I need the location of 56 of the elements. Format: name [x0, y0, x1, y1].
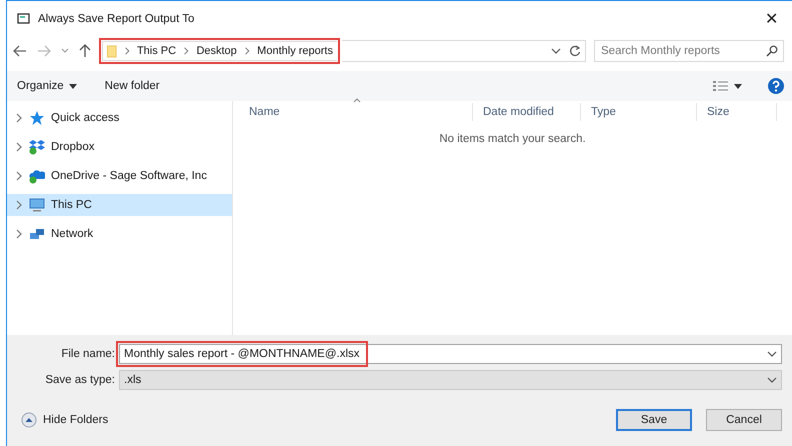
- field-label: Save as type:: [44, 374, 116, 386]
- column-header[interactable]: Name: [239, 103, 473, 121]
- window-icon: [17, 13, 30, 25]
- back-icon[interactable]: [13, 45, 27, 57]
- caret-icon: [68, 84, 77, 88]
- monitor-icon: [29, 197, 45, 213]
- column-header[interactable]: Size: [697, 103, 777, 121]
- field-label: File name:: [60, 348, 116, 360]
- sidebar-item[interactable]: Quick access: [7, 107, 232, 129]
- sidebar-item[interactable]: OneDrive - Sage Software, Inc: [7, 165, 232, 187]
- expand-icon: [15, 171, 23, 181]
- breadcrumb[interactable]: This PC: [136, 45, 176, 57]
- star-icon: [29, 110, 45, 126]
- chevron-icon: [244, 46, 250, 56]
- chevron-icon: [183, 46, 190, 56]
- cancel-button[interactable]: Cancel: [706, 409, 782, 431]
- address-bar[interactable]: This PC Desktop Monthly reports: [102, 41, 337, 61]
- search-field[interactable]: Search Monthly reports: [594, 40, 784, 62]
- sort-icon: [353, 98, 361, 103]
- file-type-dropdown[interactable]: .xls: [119, 370, 782, 390]
- help-icon[interactable]: [768, 78, 784, 94]
- dropdown-icon[interactable]: [767, 377, 777, 383]
- breadcrumb[interactable]: Desktop: [196, 45, 237, 57]
- column-header[interactable]: Date modified: [473, 103, 581, 121]
- expand-icon: [15, 113, 23, 123]
- sidebar-item[interactable]: This PC: [7, 194, 232, 216]
- empty-message: No items match your search.: [439, 133, 586, 145]
- dropdown-icon[interactable]: [551, 48, 561, 54]
- recent-icon[interactable]: [61, 48, 69, 54]
- organize-menu[interactable]: Organize: [15, 78, 79, 94]
- network-icon: [29, 226, 45, 242]
- dropdown-icon[interactable]: [767, 351, 777, 357]
- breadcrumb[interactable]: Monthly reports: [257, 45, 333, 57]
- chevron-icon: [124, 46, 130, 56]
- folder-icon: [107, 44, 117, 58]
- collapse-icon: [21, 412, 37, 428]
- expand-icon: [15, 200, 23, 210]
- sidebar-item[interactable]: Network: [7, 223, 232, 245]
- cloud-icon: [29, 168, 45, 184]
- expand-icon: [15, 142, 23, 152]
- save-button[interactable]: Save: [616, 409, 692, 431]
- up-icon[interactable]: [79, 44, 91, 58]
- refresh-icon[interactable]: [569, 45, 581, 57]
- window-title: Always Save Report Output To: [38, 13, 196, 25]
- details-view-icon: [713, 80, 729, 92]
- sidebar-item[interactable]: Dropbox: [7, 136, 232, 158]
- new-folder-button[interactable]: New folder: [102, 78, 162, 94]
- caret-icon: [734, 84, 742, 88]
- close-button[interactable]: ✕: [761, 9, 782, 29]
- search-icon: [766, 45, 778, 57]
- hide-folders-button[interactable]: Hide Folders: [15, 411, 114, 429]
- column-header[interactable]: Type: [581, 103, 697, 121]
- expand-icon: [15, 229, 23, 239]
- view-menu[interactable]: [711, 78, 744, 94]
- dropbox-icon: [29, 139, 45, 155]
- file-name-field[interactable]: Monthly sales report - @MONTHNAME@.xlsx: [119, 344, 782, 364]
